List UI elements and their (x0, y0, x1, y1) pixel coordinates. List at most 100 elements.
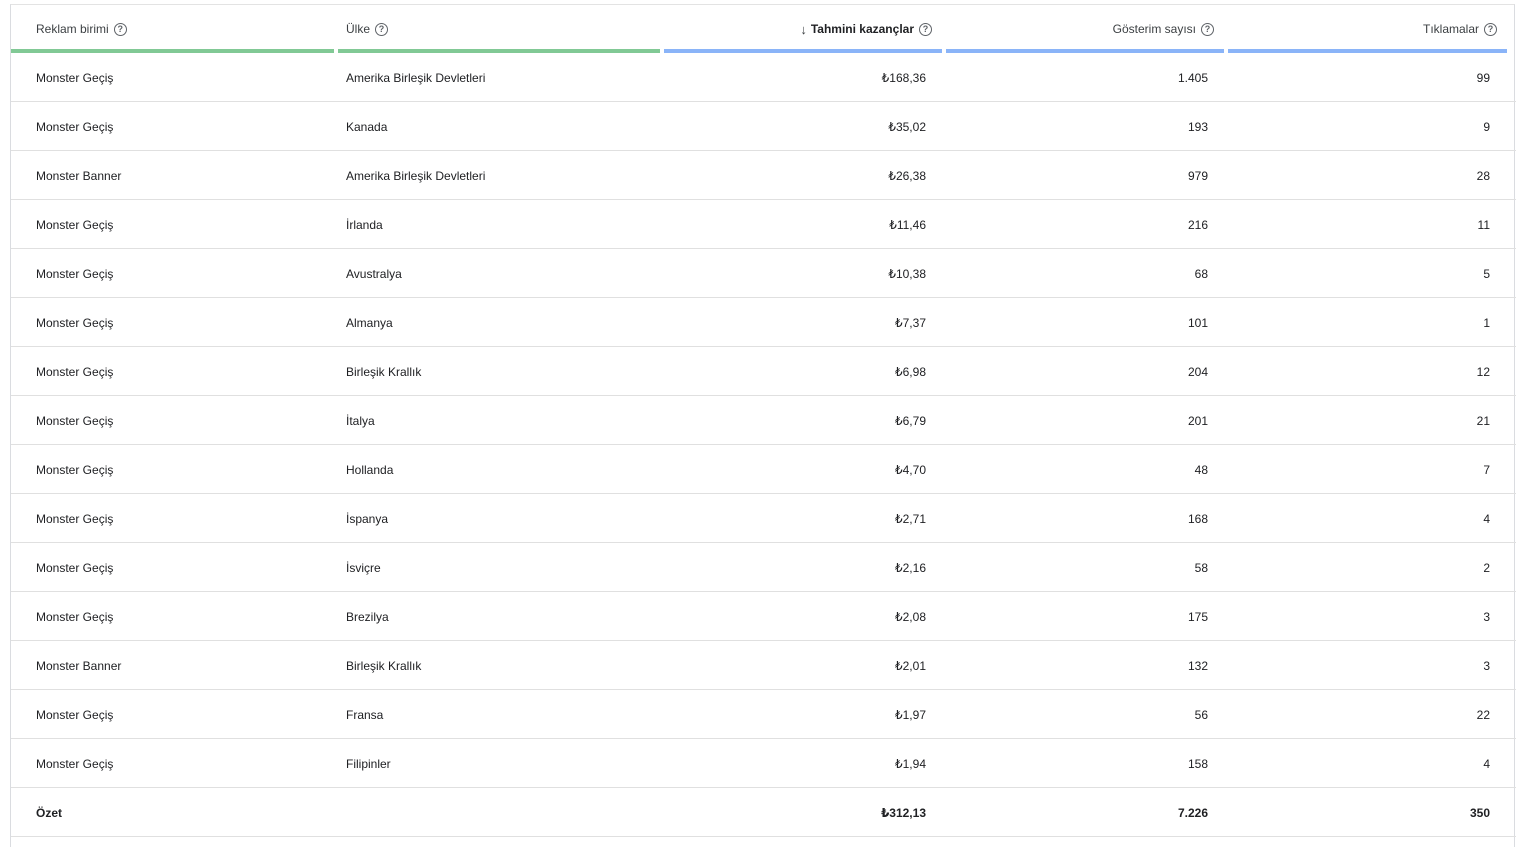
table-row: Monster Geçiş İspanya ₺2,71 168 4 (11, 494, 1516, 543)
table-row: Monster Geçiş Fransa ₺1,97 56 22 (11, 690, 1516, 739)
cell-ad-unit: Monster Geçiş (36, 707, 114, 722)
cell-ad-unit: Monster Geçiş (36, 560, 114, 575)
table-row: Monster Geçiş İtalya ₺6,79 201 21 (11, 396, 1516, 445)
cell-country: İspanya (346, 511, 389, 526)
arrow-down-icon: ↓ (800, 21, 807, 37)
summary-row: Özet ₺312,13 7.226 350 (11, 788, 1516, 837)
cell-ad-unit: Monster Geçiş (36, 756, 114, 771)
column-header-impressions[interactable]: Gösterim sayısı? (946, 5, 1224, 53)
cell-clicks: 5 (1483, 266, 1490, 281)
cell-clicks: 350 (1469, 805, 1490, 820)
cell-country: İsviçre (346, 560, 381, 575)
cell-estimated-earnings: ₺11,46 (889, 217, 926, 232)
table-row: Monster Geçiş Kanada ₺35,02 193 9 (11, 102, 1516, 151)
table-row: Monster Geçiş İrlanda ₺11,46 216 11 (11, 200, 1516, 249)
cell-clicks: 12 (1476, 364, 1490, 379)
column-header-label: Tahmini kazançlar (810, 22, 914, 36)
table-row: Monster Geçiş Birleşik Krallık ₺6,98 204 12 (11, 347, 1516, 396)
column-header-clicks[interactable]: Tıklamalar? (1228, 5, 1507, 53)
cell-impressions: 201 (1187, 413, 1208, 428)
cell-country: Almanya (346, 315, 393, 330)
table-row: Monster Geçiş Avustralya ₺10,38 68 5 (11, 249, 1516, 298)
table-row: Monster Geçiş Hollanda ₺4,70 48 7 (11, 445, 1516, 494)
table-row: Monster Geçiş Filipinler ₺1,94 158 4 (11, 739, 1516, 788)
cell-clicks: 21 (1476, 413, 1490, 428)
cell-clicks: 1 (1483, 315, 1490, 330)
cell-estimated-earnings: ₺7,37 (895, 315, 926, 330)
column-header-label: Reklam birimi (36, 22, 109, 36)
cell-ad-unit: Monster Banner (36, 168, 122, 183)
cell-impressions: 193 (1187, 119, 1208, 134)
help-icon[interactable]: ? (1484, 22, 1497, 36)
cell-impressions: 48 (1194, 462, 1208, 477)
cell-impressions: 58 (1194, 560, 1208, 575)
column-header-label: Gösterim sayısı (1112, 22, 1196, 36)
help-icon[interactable]: ? (375, 22, 389, 36)
cell-clicks: 99 (1476, 70, 1490, 85)
column-header-country[interactable]: Ülke? (338, 5, 660, 53)
cell-impressions: 175 (1187, 609, 1208, 624)
cell-estimated-earnings: ₺26,38 (888, 168, 926, 183)
cell-clicks: 11 (1477, 217, 1490, 232)
cell-country: Amerika Birleşik Devletleri (346, 168, 486, 183)
cell-ad-unit: Monster Geçiş (36, 462, 114, 477)
cell-country: Filipinler (346, 756, 391, 771)
cell-ad-unit: Monster Geçiş (36, 315, 114, 330)
cell-clicks: 3 (1483, 609, 1490, 624)
cell-country: Amerika Birleşik Devletleri (346, 70, 486, 85)
cell-estimated-earnings: ₺168,36 (881, 70, 926, 85)
cell-impressions: 168 (1187, 511, 1208, 526)
cell-country (346, 788, 646, 837)
table-row: Monster Banner Birleşik Krallık ₺2,01 132 3 (11, 641, 1516, 690)
help-icon[interactable]: ? (1201, 22, 1214, 36)
cell-ad-unit: Monster Geçiş (36, 119, 114, 134)
cell-estimated-earnings: ₺2,16 (895, 560, 926, 575)
cell-country: Avustralya (346, 266, 402, 281)
cell-ad-unit: Monster Geçiş (36, 364, 114, 379)
cell-country: Brezilya (346, 609, 389, 624)
cell-impressions: 132 (1187, 658, 1208, 673)
cell-clicks: 28 (1476, 168, 1490, 183)
cell-country: Fransa (346, 707, 384, 722)
column-header-label: Tıklamalar (1422, 22, 1479, 36)
cell-estimated-earnings: ₺1,94 (895, 756, 926, 771)
cell-impressions: 979 (1187, 168, 1208, 183)
cell-estimated-earnings: ₺2,08 (895, 609, 926, 624)
cell-clicks: 22 (1476, 707, 1490, 722)
cell-clicks: 4 (1483, 511, 1490, 526)
cell-estimated-earnings: ₺6,79 (895, 413, 926, 428)
cell-estimated-earnings: ₺35,02 (888, 119, 926, 134)
table-header: Reklam birimi? Ülke? ↓ Tahmini kazançlar? Gö… (11, 5, 1516, 53)
cell-ad-unit: Monster Geçiş (36, 413, 114, 428)
help-icon[interactable]: ? (919, 22, 932, 36)
column-header-label: Ülke (346, 22, 371, 36)
cell-estimated-earnings: ₺4,70 (895, 462, 926, 477)
cell-impressions: 1.405 (1177, 70, 1208, 85)
cell-ad-unit: Monster Geçiş (36, 511, 114, 526)
cell-estimated-earnings: ₺2,71 (895, 511, 926, 526)
cell-estimated-earnings: ₺6,98 (895, 364, 926, 379)
cell-clicks: 3 (1483, 658, 1490, 673)
cell-ad-unit: Monster Geçiş (36, 266, 114, 281)
cell-clicks: 7 (1483, 462, 1490, 477)
cell-impressions: 68 (1194, 266, 1208, 281)
cell-country: Hollanda (346, 462, 394, 477)
cell-estimated-earnings: ₺10,38 (888, 266, 926, 281)
cell-clicks: 9 (1483, 119, 1490, 134)
table-row: Monster Geçiş Almanya ₺7,37 101 1 (11, 298, 1516, 347)
cell-impressions: 7.226 (1177, 805, 1208, 820)
cell-ad-unit: Monster Geçiş (36, 70, 114, 85)
column-header-ad-unit[interactable]: Reklam birimi? (11, 5, 334, 53)
help-icon[interactable]: ? (113, 22, 127, 36)
cell-impressions: 56 (1194, 707, 1208, 722)
column-header-estimated-earnings[interactable]: ↓ Tahmini kazançlar? (664, 5, 942, 53)
cell-impressions: 216 (1187, 217, 1208, 232)
cell-estimated-earnings: ₺312,13 (880, 805, 926, 820)
cell-estimated-earnings: ₺1,97 (895, 707, 926, 722)
cell-country: Birleşik Krallık (346, 658, 422, 673)
cell-impressions: 158 (1187, 756, 1208, 771)
cell-estimated-earnings: ₺2,01 (895, 658, 926, 673)
table-row: Monster Banner Amerika Birleşik Devletler… (11, 151, 1516, 200)
cell-ad-unit: Monster Geçiş (36, 217, 114, 232)
cell-clicks: 4 (1483, 756, 1490, 771)
